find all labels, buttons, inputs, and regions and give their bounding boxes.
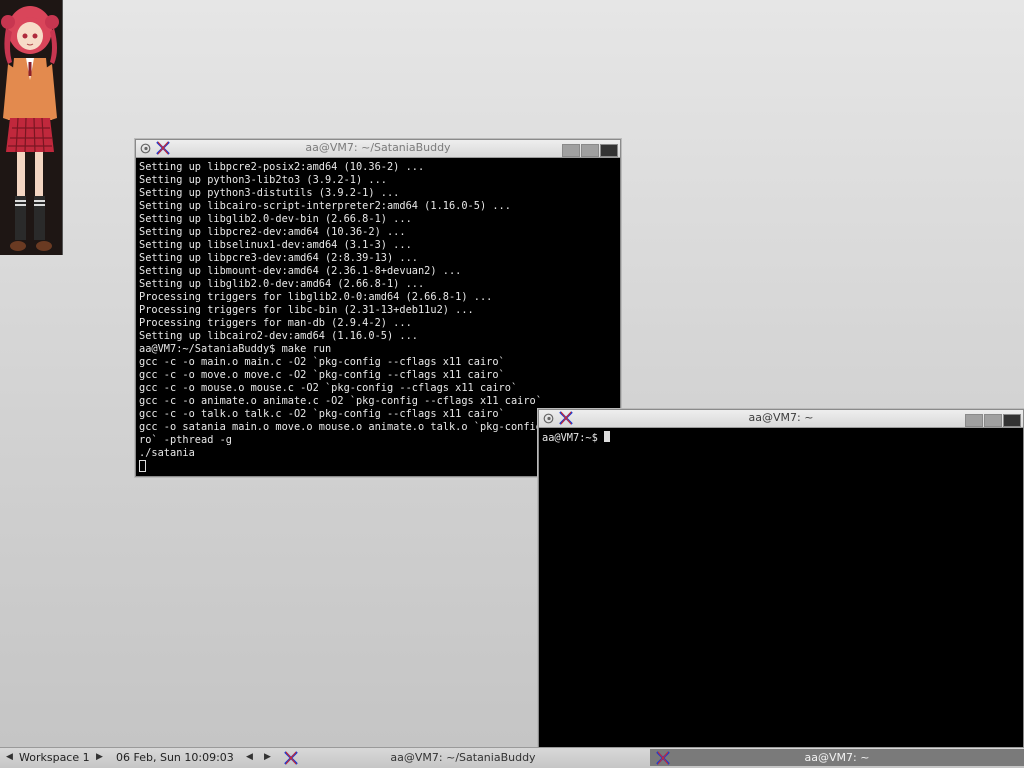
close-button[interactable]: [600, 144, 618, 157]
terminal-line: Setting up python3-distutils (3.9.2-1) .…: [139, 187, 400, 199]
xterm-x-icon: [284, 751, 298, 765]
clock: 06 Feb, Sun 10:09:03: [116, 751, 234, 764]
workspace-label[interactable]: Workspace 1: [19, 751, 90, 764]
text-cursor: [139, 460, 146, 472]
terminal-line: Setting up python3-lib2to3 (3.9.2-1) ...: [139, 174, 387, 186]
text-cursor: [604, 431, 610, 442]
terminal-line: gcc -c -o main.o main.c -O2 `pkg-config …: [139, 356, 505, 368]
terminal-line: aa@VM7:~/SataniaBuddy$ make run: [139, 343, 332, 355]
taskbar: ◀ Workspace 1 ▶ 06 Feb, Sun 10:09:03 ◀ ▶…: [0, 747, 1024, 768]
maximize-button[interactable]: [984, 414, 1002, 427]
terminal-line: Setting up libmount-dev:amd64 (2.36.1-8+…: [139, 265, 462, 277]
terminal-line: gcc -c -o mouse.o mouse.c -O2 `pkg-confi…: [139, 382, 518, 394]
terminal-line: gcc -c -o move.o move.c -O2 `pkg-config …: [139, 369, 505, 381]
task-button-home[interactable]: aa@VM7: ~: [650, 749, 1024, 766]
minimize-button[interactable]: [562, 144, 580, 157]
ibeam-cursor-icon: [727, 590, 733, 606]
terminal-line: Setting up libglib2.0-dev-bin (2.66.8-1)…: [139, 213, 412, 225]
terminal-line: Processing triggers for libc-bin (2.31-1…: [139, 304, 474, 316]
terminal-line: Setting up libselinux1-dev:amd64 (3.1-3)…: [139, 239, 412, 251]
triangle-left-icon[interactable]: ◀: [246, 752, 253, 762]
terminal-line: gcc -c -o animate.o animate.c -O2 `pkg-c…: [139, 395, 542, 407]
terminal-line: Setting up libpcre3-dev:amd64 (2:8.39-13…: [139, 252, 418, 264]
task-label: aa@VM7: ~/SataniaBuddy: [390, 751, 536, 764]
xterm-x-icon: [656, 751, 670, 765]
titlebar[interactable]: aa@VM7: ~/SataniaBuddy: [136, 140, 620, 158]
satania-mascot[interactable]: [0, 0, 63, 255]
triangle-right-icon[interactable]: ▶: [264, 752, 271, 762]
task-button-satania[interactable]: aa@VM7: ~/SataniaBuddy: [278, 749, 648, 766]
terminal-line: Setting up libpcre2-posix2:amd64 (10.36-…: [139, 161, 425, 173]
close-button[interactable]: [1003, 414, 1021, 427]
terminal-line: Processing triggers for libglib2.0-0:amd…: [139, 291, 493, 303]
maximize-button[interactable]: [581, 144, 599, 157]
terminal-window-home[interactable]: aa@VM7: ~ aa@VM7:~$: [538, 409, 1024, 748]
terminal-line: Setting up libcairo2-dev:amd64 (1.16.0-5…: [139, 330, 418, 342]
minimize-button[interactable]: [965, 414, 983, 427]
window-title: aa@VM7: ~: [748, 411, 814, 424]
shell-prompt: aa@VM7:~$: [542, 432, 604, 444]
task-label: aa@VM7: ~: [804, 751, 870, 764]
window-title: aa@VM7: ~/SataniaBuddy: [305, 141, 451, 154]
terminal-line: Processing triggers for man-db (2.9.4-2)…: [139, 317, 412, 329]
titlebar[interactable]: aa@VM7: ~: [539, 410, 1023, 428]
triangle-left-icon[interactable]: ◀: [6, 752, 13, 762]
terminal-output[interactable]: aa@VM7:~$: [540, 428, 1022, 746]
terminal-line: Setting up libglib2.0-dev:amd64 (2.66.8-…: [139, 278, 425, 290]
terminal-line: Setting up libpcre2-dev:amd64 (10.36-2) …: [139, 226, 406, 238]
triangle-right-icon[interactable]: ▶: [96, 752, 103, 762]
terminal-line: Setting up libcairo-script-interpreter2:…: [139, 200, 511, 212]
